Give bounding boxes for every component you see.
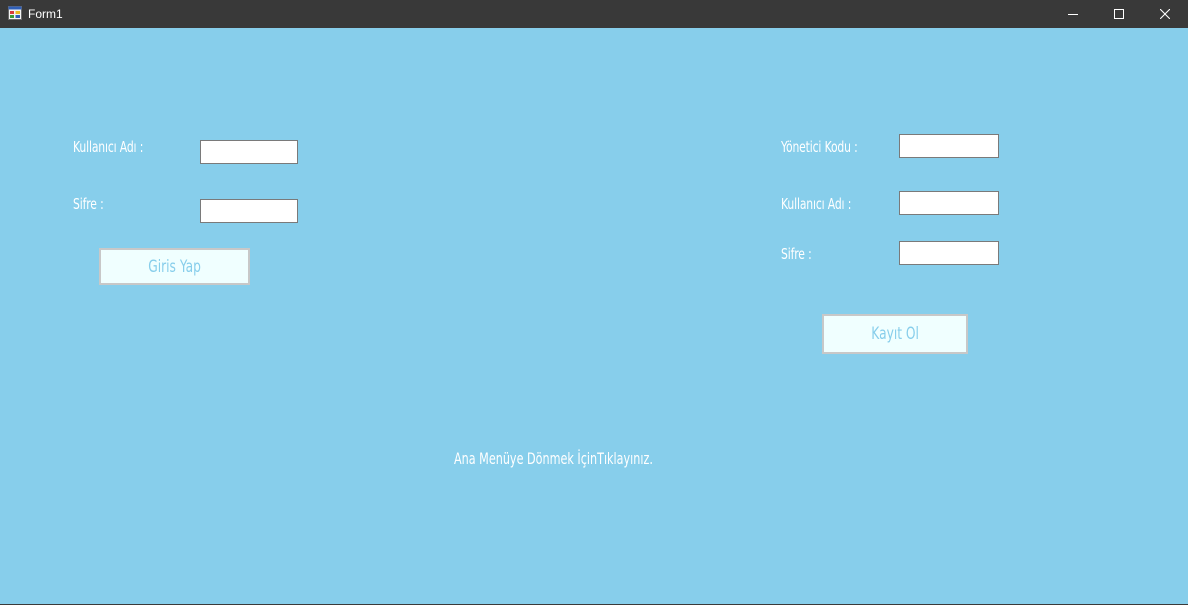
- register-password-input[interactable]: [899, 241, 999, 265]
- close-button[interactable]: [1142, 0, 1188, 28]
- title-bar: Form1: [0, 0, 1188, 28]
- register-username-label: Kullanıcı Adı :: [781, 195, 852, 213]
- login-password-input[interactable]: [200, 199, 298, 223]
- register-password-label: Sifre :: [781, 245, 812, 263]
- form-client-area: Kullanıcı Adı : Sifre : Giris Yap Yöneti…: [0, 28, 1188, 604]
- maximize-button[interactable]: [1096, 0, 1142, 28]
- maximize-icon: [1114, 9, 1124, 19]
- login-button[interactable]: Giris Yap: [99, 248, 250, 285]
- register-button-label: Kayıt Ol: [871, 324, 919, 344]
- close-icon: [1160, 9, 1170, 19]
- login-password-label: Sifre :: [73, 195, 104, 213]
- register-button[interactable]: Kayıt Ol: [822, 314, 968, 354]
- app-icon: [8, 6, 22, 20]
- admin-code-input[interactable]: [899, 134, 999, 158]
- back-to-menu-link[interactable]: Ana Menüye Dönmek İçinTıklayınız.: [454, 449, 653, 469]
- login-button-label: Giris Yap: [148, 256, 201, 277]
- register-username-input[interactable]: [899, 191, 999, 215]
- window-title: Form1: [28, 7, 63, 21]
- admin-code-label: Yönetici Kodu :: [781, 138, 858, 156]
- minimize-icon: [1068, 14, 1078, 15]
- login-username-input[interactable]: [200, 140, 298, 164]
- form1-window: Form1 Kullanıcı Adı : Sifre : Giris Yap: [0, 0, 1188, 605]
- minimize-button[interactable]: [1050, 0, 1096, 28]
- login-username-label: Kullanıcı Adı :: [73, 138, 144, 156]
